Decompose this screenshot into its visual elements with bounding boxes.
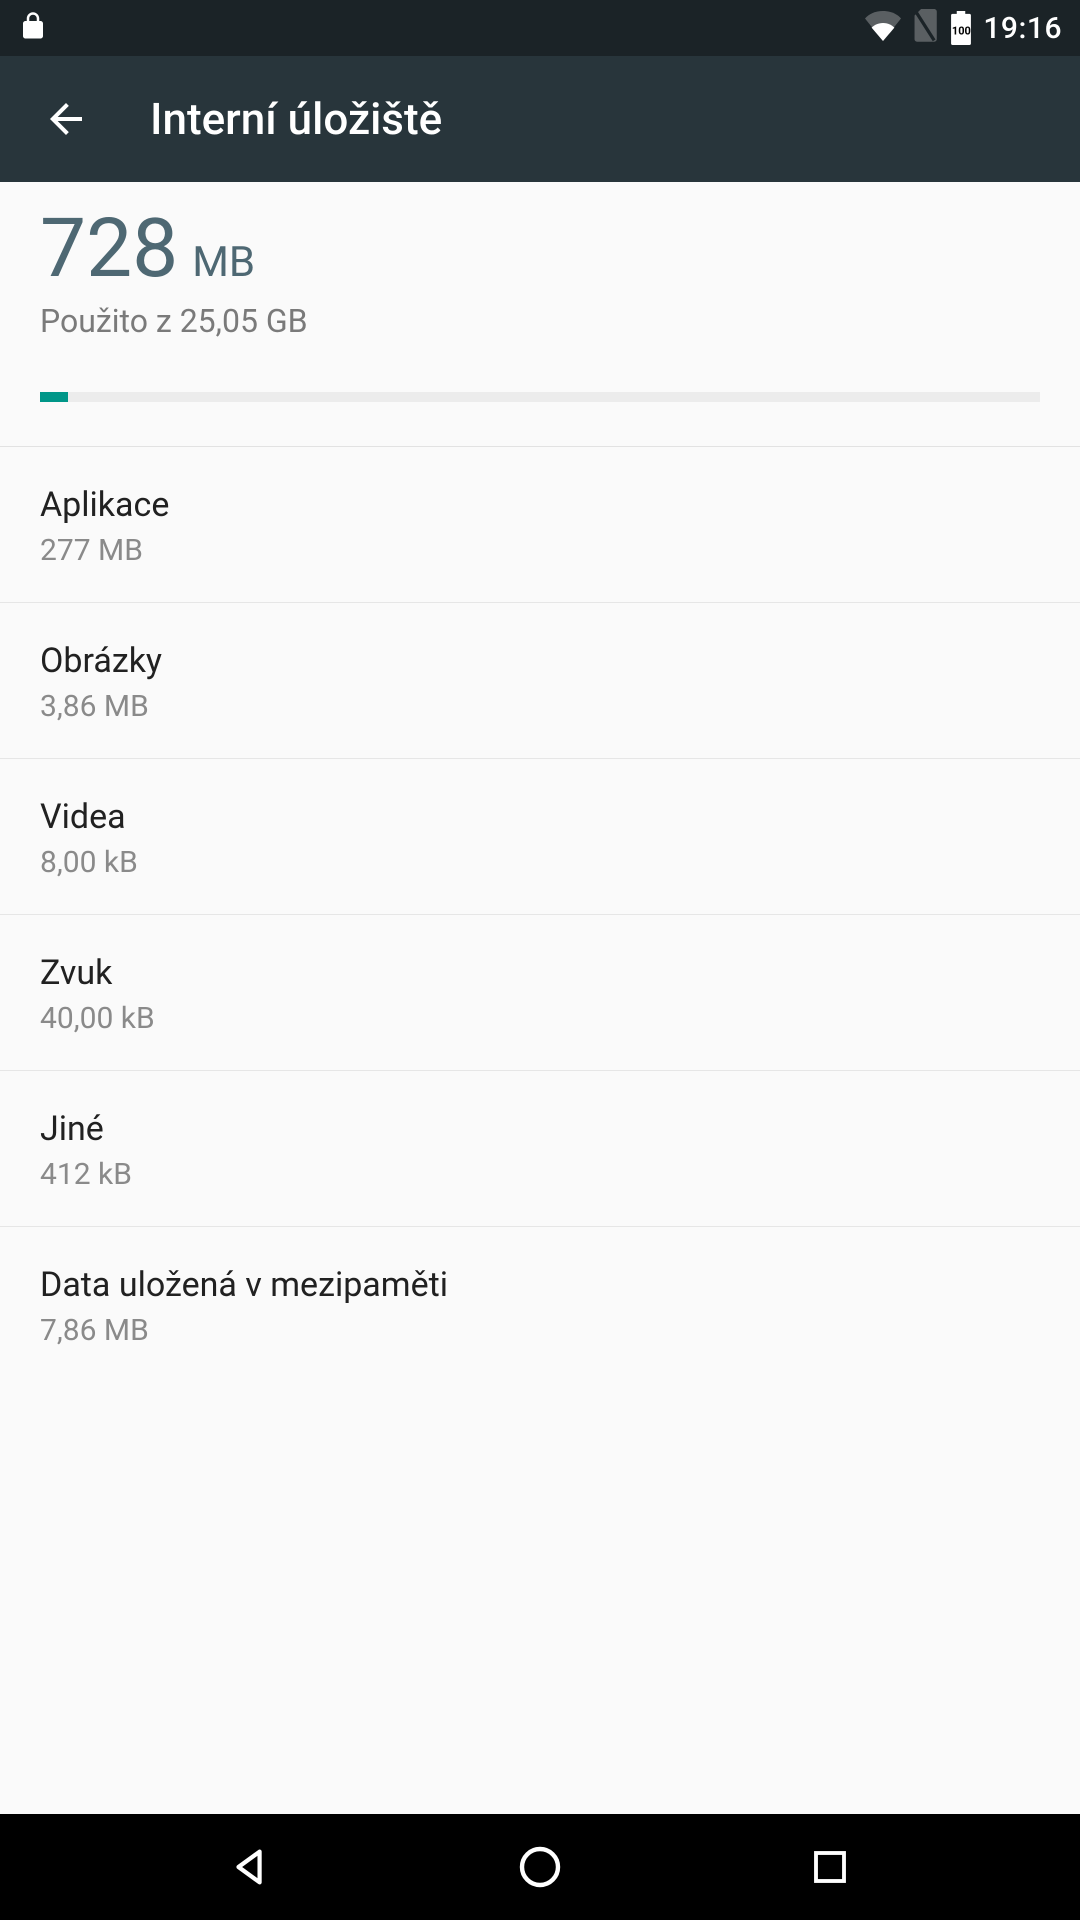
item-size: 8,00 kB (40, 845, 1040, 880)
used-unit: MB (192, 238, 255, 287)
storage-summary: 728 MB Použito z 25,05 GB (0, 182, 1080, 447)
item-label: Data uložená v mezipaměti (40, 1265, 1040, 1305)
item-label: Obrázky (40, 641, 1040, 681)
square-recents-icon (809, 1846, 851, 1888)
arrow-back-icon (42, 95, 90, 143)
sim-icon (911, 9, 939, 47)
storage-item-cache[interactable]: Data uložená v mezipaměti 7,86 MB (0, 1227, 1080, 1382)
battery-icon: 100 (949, 11, 973, 45)
nav-home-button[interactable] (500, 1827, 580, 1907)
circle-home-icon (516, 1843, 564, 1891)
item-label: Videa (40, 797, 1040, 837)
used-value: 728 (40, 208, 178, 290)
storage-item-images[interactable]: Obrázky 3,86 MB (0, 603, 1080, 759)
item-size: 3,86 MB (40, 689, 1040, 724)
storage-progress-fill (40, 392, 68, 402)
item-size: 40,00 kB (40, 1001, 1040, 1036)
item-size: 7,86 MB (40, 1313, 1040, 1348)
storage-progress (40, 392, 1040, 402)
item-size: 277 MB (40, 533, 1040, 568)
lock-icon (18, 8, 48, 48)
content: 728 MB Použito z 25,05 GB Aplikace 277 M… (0, 182, 1080, 1382)
wifi-icon (865, 11, 901, 45)
back-button[interactable] (30, 83, 102, 155)
item-size: 412 kB (40, 1157, 1040, 1192)
storage-item-videos[interactable]: Videa 8,00 kB (0, 759, 1080, 915)
app-bar: Interní úložiště (0, 56, 1080, 182)
storage-item-audio[interactable]: Zvuk 40,00 kB (0, 915, 1080, 1071)
total-text: Použito z 25,05 GB (40, 302, 1040, 340)
triangle-back-icon (227, 1844, 273, 1890)
storage-item-other[interactable]: Jiné 412 kB (0, 1071, 1080, 1227)
page-title: Interní úložiště (150, 93, 442, 145)
status-time: 19:16 (983, 11, 1062, 46)
item-label: Zvuk (40, 953, 1040, 993)
storage-item-apps[interactable]: Aplikace 277 MB (0, 447, 1080, 603)
item-label: Jiné (40, 1109, 1040, 1149)
navigation-bar (0, 1814, 1080, 1920)
nav-recents-button[interactable] (790, 1827, 870, 1907)
nav-back-button[interactable] (210, 1827, 290, 1907)
battery-level: 100 (952, 24, 971, 37)
status-bar: 100 19:16 (0, 0, 1080, 56)
item-label: Aplikace (40, 485, 1040, 525)
